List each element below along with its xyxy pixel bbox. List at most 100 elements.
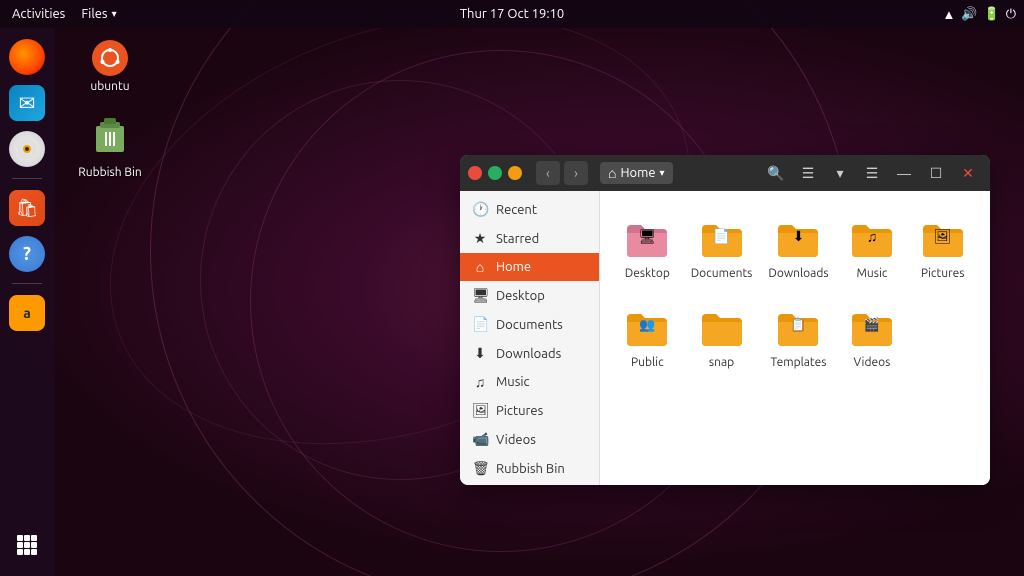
sidebar-item-home[interactable]: ⌂ Home bbox=[460, 253, 599, 281]
sidebar-label-desktop: Desktop bbox=[496, 289, 545, 303]
dock-item-show-apps[interactable] bbox=[6, 524, 48, 566]
folder-documents-label: Documents bbox=[691, 267, 753, 280]
files-menu-arrow: ▾ bbox=[112, 8, 117, 20]
list-view-button[interactable]: ☰ bbox=[794, 159, 822, 187]
folder-pictures[interactable]: 🖼 Pictures bbox=[911, 207, 974, 288]
folder-templates-label: Templates bbox=[771, 356, 827, 369]
file-titlebar: ‹ › ⌂ Home ▾ 🔍 ☰ ▾ ☰ — ☐ ✕ bbox=[460, 155, 990, 191]
desktop-icon-rubbish-bin[interactable]: Rubbish Bin bbox=[70, 110, 150, 179]
sidebar-label-starred: Starred bbox=[496, 232, 539, 246]
datetime: Thur 17 Oct 19:10 bbox=[460, 7, 564, 21]
rubbish-bin-sidebar-icon: 🗑 bbox=[472, 460, 488, 477]
sidebar-label-music: Music bbox=[496, 375, 530, 389]
sidebar-item-starred[interactable]: ★ Starred bbox=[460, 224, 599, 253]
dock-item-amazon[interactable]: a bbox=[6, 292, 48, 334]
home-location-icon: ⌂ bbox=[608, 165, 616, 181]
ubuntu-logo-icon bbox=[92, 40, 128, 76]
activities-button[interactable]: Activities bbox=[8, 5, 69, 23]
menu-button[interactable]: ☰ bbox=[858, 159, 886, 187]
rhythmbox-icon bbox=[9, 131, 45, 167]
dock-item-rhythmbox[interactable] bbox=[6, 128, 48, 170]
recent-icon: 🕐 bbox=[472, 201, 488, 218]
folder-music[interactable]: ♫ Music bbox=[841, 207, 904, 288]
wifi-icon[interactable]: ▲ bbox=[942, 7, 955, 22]
location-dropdown-icon: ▾ bbox=[660, 167, 665, 179]
folder-videos[interactable]: 🎬 Videos bbox=[841, 296, 904, 377]
folder-downloads[interactable]: ⬇ Downloads bbox=[764, 207, 832, 288]
rubbish-bin-icon bbox=[86, 110, 134, 162]
desktop-icon-ubuntu[interactable]: ubuntu bbox=[70, 40, 150, 93]
firefox-icon bbox=[9, 39, 45, 75]
folder-desktop-icon: 🖥 bbox=[623, 215, 671, 263]
dock-item-help[interactable]: ? bbox=[6, 233, 48, 275]
music-sidebar-icon: ♫ bbox=[472, 374, 488, 390]
sidebar-item-downloads[interactable]: ⬇ Downloads bbox=[460, 339, 599, 368]
location-text: Home bbox=[620, 166, 655, 180]
dock-item-firefox[interactable] bbox=[6, 36, 48, 78]
sidebar-item-pictures[interactable]: 🖼 Pictures bbox=[460, 396, 599, 425]
show-apps-icon bbox=[9, 527, 45, 563]
search-button[interactable]: 🔍 bbox=[762, 159, 790, 187]
folder-templates[interactable]: 📋 Templates bbox=[764, 296, 832, 377]
window-minimize-button[interactable] bbox=[488, 166, 502, 180]
dock-item-thunderbird[interactable]: ✉ bbox=[6, 82, 48, 124]
files-menu[interactable]: Files ▾ bbox=[81, 7, 116, 21]
window-maximize-button[interactable] bbox=[508, 166, 522, 180]
folder-public-label: Public bbox=[631, 356, 664, 369]
folder-music-label: Music bbox=[856, 267, 887, 280]
system-tray: ▲ 🔊 🔋 ⏻ bbox=[942, 7, 1016, 22]
file-sidebar: 🕐 Recent ★ Starred ⌂ Home 🖥 Desktop 📄 Do… bbox=[460, 191, 600, 485]
folder-snap-icon bbox=[698, 304, 746, 352]
folder-documents[interactable]: 📄 Documents bbox=[687, 207, 757, 288]
nav-forward-button[interactable]: › bbox=[564, 161, 588, 185]
desktop-sidebar-icon: 🖥 bbox=[472, 287, 488, 304]
battery-icon[interactable]: 🔋 bbox=[984, 7, 1000, 22]
folder-desktop[interactable]: 🖥 Desktop bbox=[616, 207, 679, 288]
sidebar-item-music[interactable]: ♫ Music bbox=[460, 368, 599, 396]
folder-templates-icon: 📋 bbox=[774, 304, 822, 352]
sidebar-label-downloads: Downloads bbox=[496, 347, 561, 361]
amazon-icon: a bbox=[9, 295, 45, 331]
software-center-icon: 🛍 bbox=[9, 190, 45, 226]
folder-pictures-label: Pictures bbox=[921, 267, 965, 280]
file-content-area: 🖥 Desktop 📄 Documents bbox=[600, 191, 990, 485]
folder-desktop-label: Desktop bbox=[625, 267, 670, 280]
sidebar-item-videos[interactable]: 📹 Videos bbox=[460, 425, 599, 454]
sidebar-label-videos: Videos bbox=[496, 433, 536, 447]
nav-back-button[interactable]: ‹ bbox=[536, 161, 560, 185]
folder-public[interactable]: 👥 Public bbox=[616, 296, 679, 377]
view-options-button[interactable]: ▾ bbox=[826, 159, 854, 187]
folder-downloads-label: Downloads bbox=[768, 267, 828, 280]
sidebar-label-pictures: Pictures bbox=[496, 404, 543, 418]
sidebar-label-recent: Recent bbox=[496, 203, 537, 217]
window-close-button[interactable] bbox=[468, 166, 482, 180]
restore-window-button[interactable]: ☐ bbox=[922, 159, 950, 187]
thunderbird-icon: ✉ bbox=[9, 85, 45, 121]
videos-sidebar-icon: 📹 bbox=[472, 431, 488, 448]
power-icon[interactable]: ⏻ bbox=[1006, 7, 1016, 22]
sidebar-item-rubbish-bin[interactable]: 🗑 Rubbish Bin bbox=[460, 454, 599, 483]
folder-pictures-icon: 🖼 bbox=[919, 215, 967, 263]
home-sidebar-icon: ⌂ bbox=[472, 259, 488, 275]
folder-music-icon: ♫ bbox=[848, 215, 896, 263]
documents-sidebar-icon: 📄 bbox=[472, 316, 488, 333]
minimize-window-button[interactable]: — bbox=[890, 159, 918, 187]
pictures-sidebar-icon: 🖼 bbox=[472, 402, 488, 419]
folder-documents-icon: 📄 bbox=[698, 215, 746, 263]
folder-videos-icon: 🎬 bbox=[848, 304, 896, 352]
starred-icon: ★ bbox=[472, 230, 488, 247]
folder-snap[interactable]: snap bbox=[687, 296, 757, 377]
ubuntu-icon-label: ubuntu bbox=[90, 80, 129, 93]
sound-icon[interactable]: 🔊 bbox=[961, 7, 977, 22]
location-bar[interactable]: ⌂ Home ▾ bbox=[600, 162, 673, 184]
folder-downloads-icon: ⬇ bbox=[774, 215, 822, 263]
sidebar-item-desktop[interactable]: 🖥 Desktop bbox=[460, 281, 599, 310]
folder-snap-label: snap bbox=[709, 356, 734, 369]
dock-item-software-center[interactable]: 🛍 bbox=[6, 187, 48, 229]
sidebar-item-documents[interactable]: 📄 Documents bbox=[460, 310, 599, 339]
sidebar-item-recent[interactable]: 🕐 Recent bbox=[460, 195, 599, 224]
files-menu-label: Files bbox=[81, 7, 107, 21]
file-manager-window: ‹ › ⌂ Home ▾ 🔍 ☰ ▾ ☰ — ☐ ✕ 🕐 Rec bbox=[460, 155, 990, 485]
close-window-button[interactable]: ✕ bbox=[954, 159, 982, 187]
file-body: 🕐 Recent ★ Starred ⌂ Home 🖥 Desktop 📄 Do… bbox=[460, 191, 990, 485]
